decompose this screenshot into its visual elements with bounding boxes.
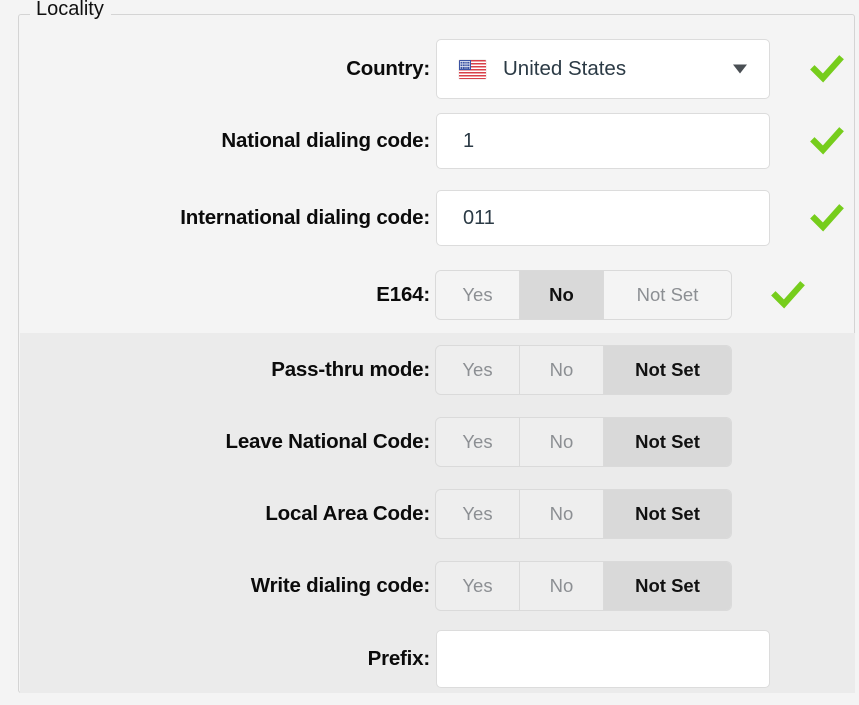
form-row-national-dialing-code: National dialing code: [19, 105, 856, 177]
locality-settings-page: Locality Country: United States National d… [0, 0, 859, 705]
pass-thru-mode-option-not-set[interactable]: Not Set [604, 346, 731, 394]
leave-national-code-toggle-group: Yes No Not Set [436, 418, 731, 466]
label-country: Country: [346, 57, 430, 80]
form-row-leave-national-code: Leave National Code: Yes No Not Set [19, 406, 856, 478]
international-dialing-code-input[interactable] [436, 190, 770, 246]
control-wrap-international-dialing-code [436, 190, 844, 246]
label-e164: E164: [376, 283, 430, 306]
pass-thru-mode-option-yes[interactable]: Yes [436, 346, 520, 394]
us-flag-icon [459, 59, 486, 79]
write-dialing-code-toggle-group: Yes No Not Set [436, 562, 731, 610]
e164-option-no[interactable]: No [520, 271, 604, 319]
local-area-code-option-no[interactable]: No [520, 490, 604, 538]
label-national-dialing-code: National dialing code: [221, 129, 430, 152]
write-dialing-code-option-not-set[interactable]: Not Set [604, 562, 731, 610]
form-row-prefix: Prefix: [19, 623, 856, 695]
valid-check-icon [810, 124, 844, 158]
local-area-code-toggle-group: Yes No Not Set [436, 490, 731, 538]
control-wrap-pass-thru-mode: Yes No Not Set [436, 346, 731, 394]
write-dialing-code-option-yes[interactable]: Yes [436, 562, 520, 610]
country-select[interactable]: United States [436, 39, 770, 99]
control-wrap-write-dialing-code: Yes No Not Set [436, 562, 731, 610]
label-leave-national-code: Leave National Code: [225, 430, 431, 453]
label-local-area-code: Local Area Code: [265, 502, 430, 525]
form-row-write-dialing-code: Write dialing code: Yes No Not Set [19, 550, 856, 622]
form-rows: Country: United States National dialing co… [19, 15, 856, 694]
form-row-e164: E164: Yes No Not Set [19, 259, 856, 331]
valid-check-icon [771, 278, 805, 312]
form-row-international-dialing-code: International dialing code: [19, 182, 856, 254]
write-dialing-code-option-no[interactable]: No [520, 562, 604, 610]
national-dialing-code-input[interactable] [436, 113, 770, 169]
control-wrap-country: United States [436, 39, 844, 99]
control-wrap-leave-national-code: Yes No Not Set [436, 418, 731, 466]
label-international-dialing-code: International dialing code: [180, 206, 430, 229]
e164-toggle-group: Yes No Not Set [436, 271, 731, 319]
e164-option-yes[interactable]: Yes [436, 271, 520, 319]
form-row-local-area-code: Local Area Code: Yes No Not Set [19, 478, 856, 550]
prefix-input[interactable] [436, 630, 770, 688]
e164-option-not-set[interactable]: Not Set [604, 271, 731, 319]
label-pass-thru-mode: Pass-thru mode: [271, 358, 430, 381]
leave-national-code-option-yes[interactable]: Yes [436, 418, 520, 466]
control-wrap-e164: Yes No Not Set [436, 271, 805, 319]
pass-thru-mode-toggle-group: Yes No Not Set [436, 346, 731, 394]
label-write-dialing-code: Write dialing code: [250, 574, 430, 597]
leave-national-code-option-no[interactable]: No [520, 418, 604, 466]
control-wrap-national-dialing-code [436, 113, 844, 169]
control-wrap-prefix [436, 630, 770, 688]
control-wrap-local-area-code: Yes No Not Set [436, 490, 731, 538]
valid-check-icon [810, 201, 844, 235]
local-area-code-option-not-set[interactable]: Not Set [604, 490, 731, 538]
country-select-value: United States [503, 57, 627, 80]
form-row-country: Country: United States [19, 33, 856, 105]
leave-national-code-option-not-set[interactable]: Not Set [604, 418, 731, 466]
pass-thru-mode-option-no[interactable]: No [520, 346, 604, 394]
locality-fieldset: Locality Country: United States National d… [18, 0, 856, 694]
form-row-pass-thru-mode: Pass-thru mode: Yes No Not Set [19, 334, 856, 406]
valid-check-icon [810, 52, 844, 86]
local-area-code-option-yes[interactable]: Yes [436, 490, 520, 538]
label-prefix: Prefix: [367, 647, 431, 670]
chevron-down-icon[interactable] [733, 64, 747, 74]
